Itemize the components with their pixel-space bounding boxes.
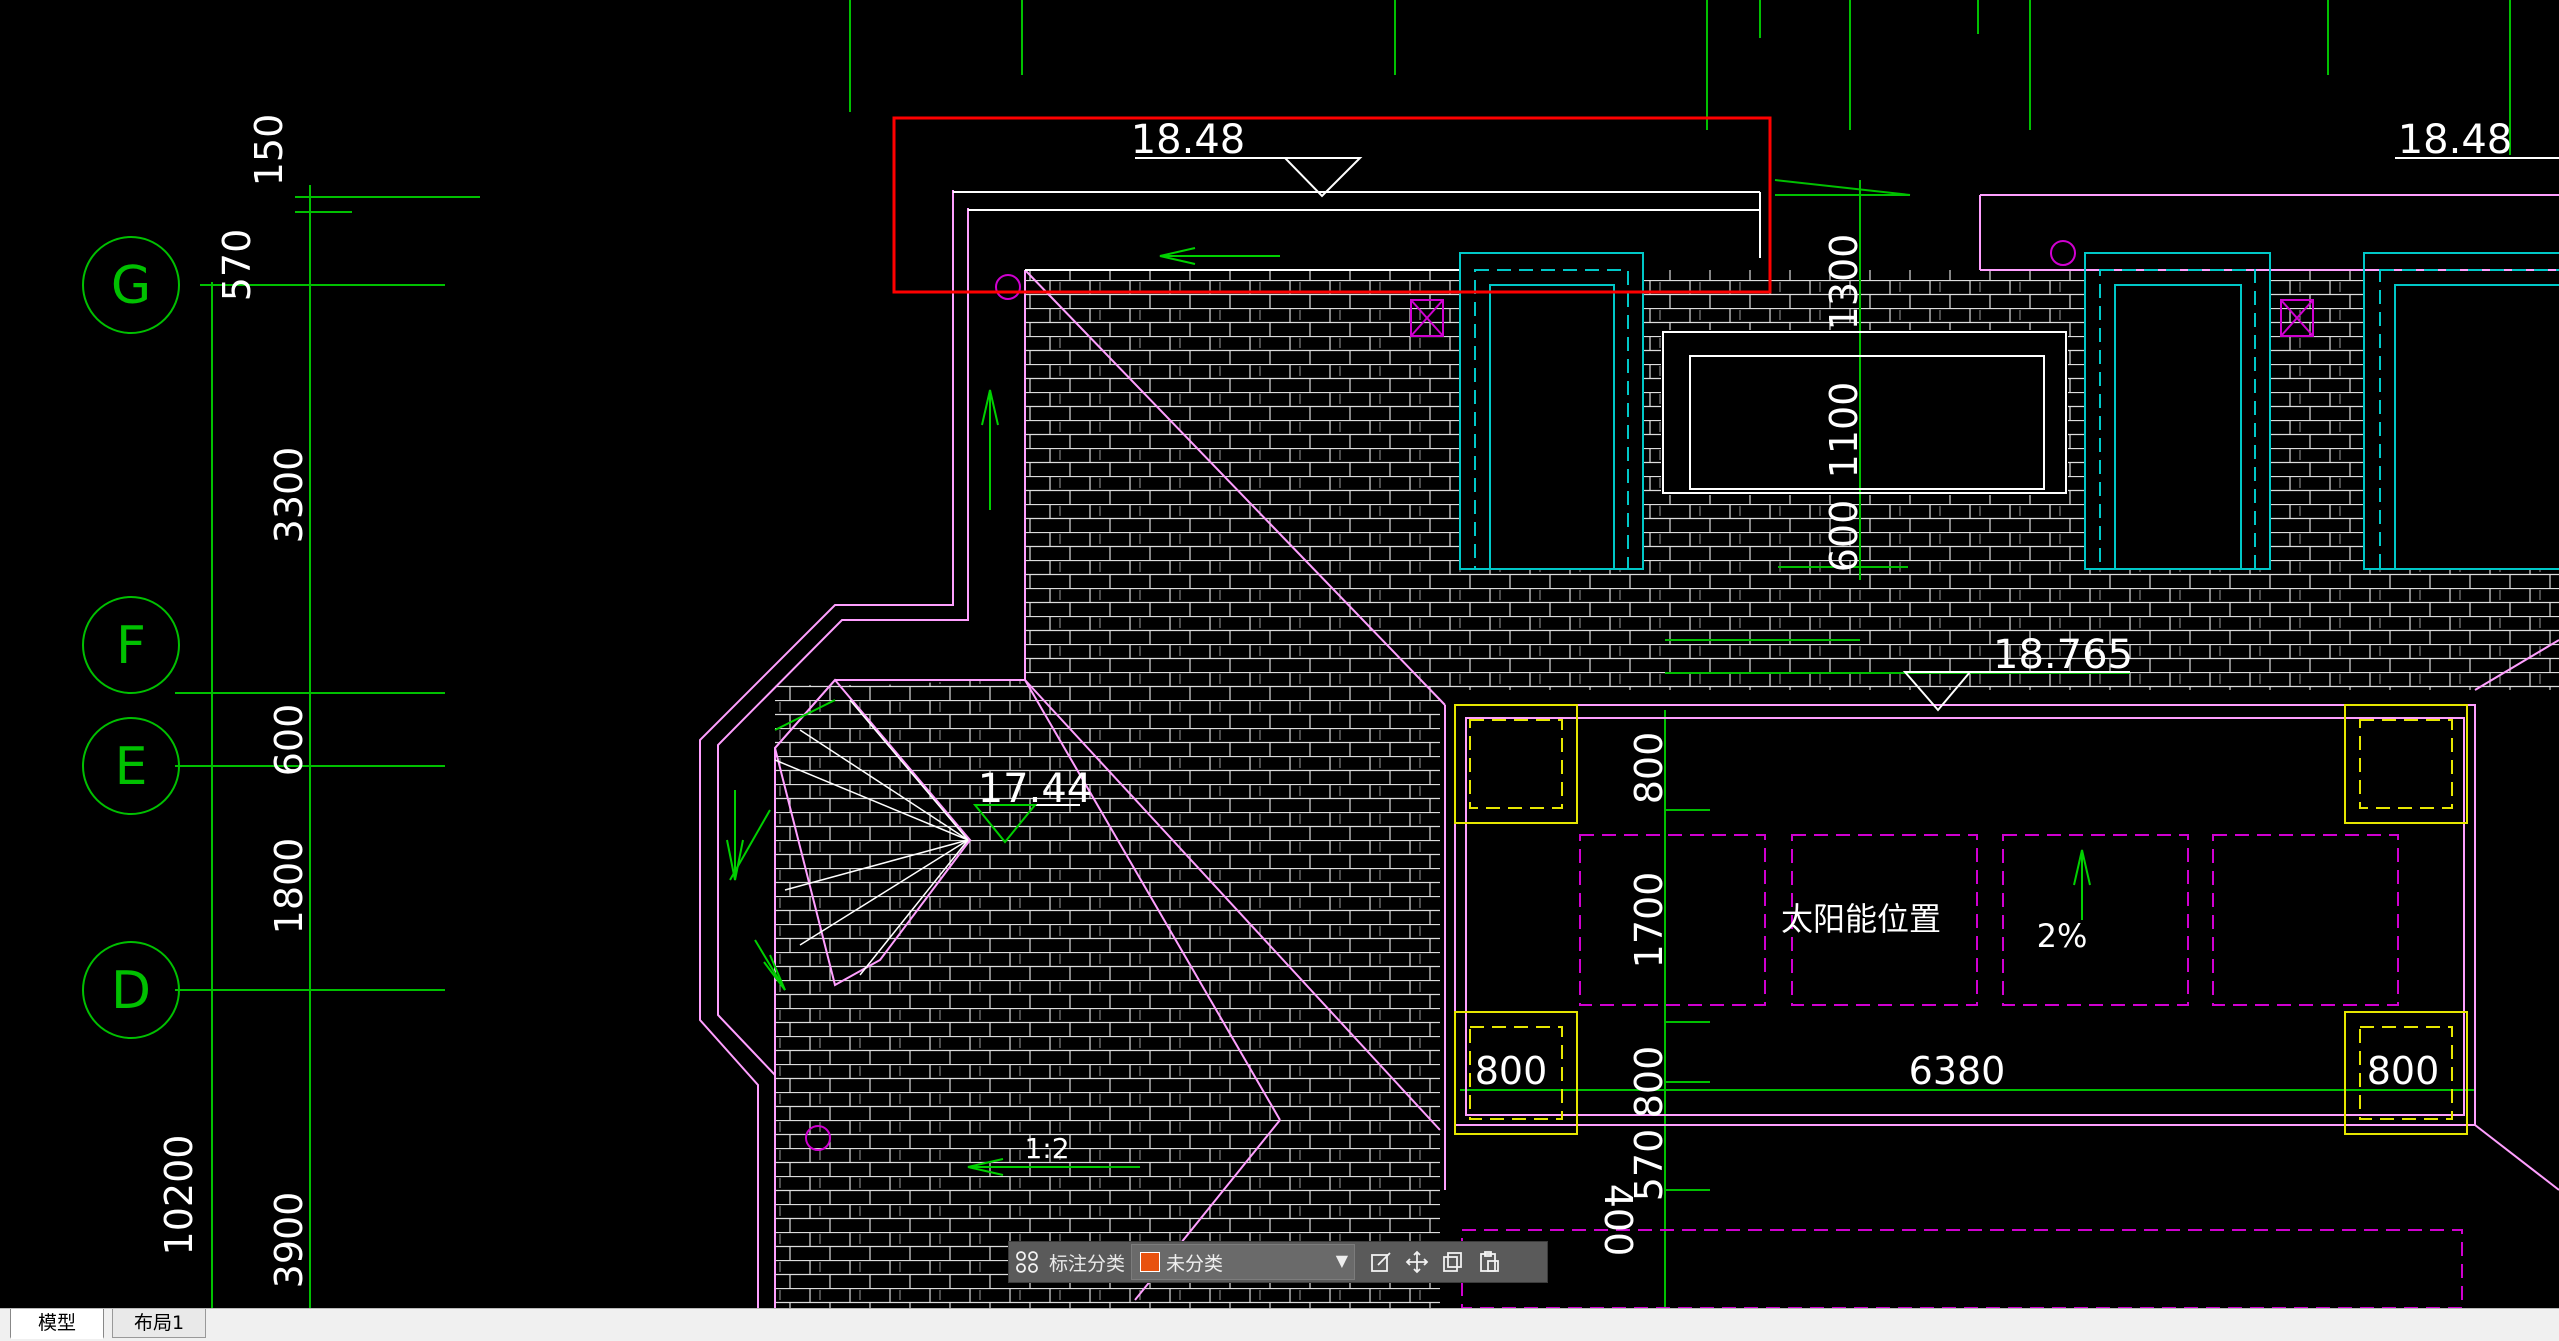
paste-icon[interactable]	[1471, 1244, 1507, 1280]
dim-1700: 1700	[1627, 872, 1671, 969]
solar-position-label: 太阳能位置	[1781, 900, 1941, 938]
elevation-18-48-left: 18.48	[1131, 117, 1246, 163]
annotation-toolbar: 标注分类 未分类 ▼	[1008, 1241, 1548, 1283]
edit-icon[interactable]	[1363, 1244, 1399, 1280]
dim-800-column-left: 800	[1475, 1049, 1548, 1093]
layout-tabs-bar: 模型 布局1	[0, 1308, 2559, 1341]
tab-layout1-label: 布局1	[133, 1312, 185, 1334]
grid-icon[interactable]	[1009, 1244, 1045, 1280]
toolbar-label: 标注分类	[1049, 1252, 1126, 1275]
tab-model[interactable]: 模型	[10, 1309, 104, 1339]
axis-label-D: D	[111, 961, 151, 1021]
left-dimensions: 150 570 3300 600 1800 3900 10200	[157, 114, 311, 1289]
axis-label-G: G	[111, 256, 151, 316]
move-icon[interactable]	[1399, 1244, 1435, 1280]
slope-ratio: 1:2	[1024, 1132, 1069, 1165]
dim-10200: 10200	[157, 1135, 201, 1256]
dim-570: 570	[215, 229, 259, 302]
dim-600-inner: 600	[1822, 500, 1866, 573]
cad-canvas[interactable]: G F E D 150 570 3300 600 1800 3900 10200…	[0, 0, 2559, 1309]
elevation-18-765: 18.765	[1993, 632, 2133, 678]
dim-800-lower: 800	[1627, 1046, 1671, 1119]
axis-labels: G F E D	[111, 256, 151, 1021]
dim-1100: 1100	[1822, 382, 1866, 479]
axis-label-E: E	[115, 737, 148, 797]
slope-percent: 2%	[2037, 917, 2088, 955]
dim-800-column-right: 800	[2367, 1049, 2440, 1093]
category-selected-value: 未分类	[1166, 1252, 1224, 1275]
dim-1800: 1800	[267, 838, 311, 935]
elevation-18-48-right: 18.48	[2398, 117, 2513, 163]
copy-icon[interactable]	[1435, 1244, 1471, 1280]
dim-150: 150	[247, 114, 291, 187]
dim-3300: 3300	[267, 447, 311, 544]
elevation-17-44: 17.44	[978, 766, 1093, 812]
axis-label-F: F	[116, 616, 146, 676]
dim-6380: 6380	[1909, 1049, 2006, 1093]
tab-model-label: 模型	[37, 1312, 76, 1334]
category-select[interactable]: 未分类 ▼	[1131, 1244, 1356, 1280]
tab-layout1[interactable]: 布局1	[112, 1309, 206, 1338]
dim-1300: 1300	[1822, 234, 1866, 331]
dim-600: 600	[267, 704, 311, 777]
chevron-down-icon: ▼	[1335, 1251, 1349, 1270]
cad-drawing: G F E D 150 570 3300 600 1800 3900 10200…	[0, 0, 2559, 1309]
category-color-swatch	[1140, 1252, 1161, 1272]
dim-800-upper: 800	[1627, 732, 1671, 805]
dim-400: 400	[1596, 1184, 1640, 1257]
dim-3900: 3900	[267, 1192, 311, 1289]
